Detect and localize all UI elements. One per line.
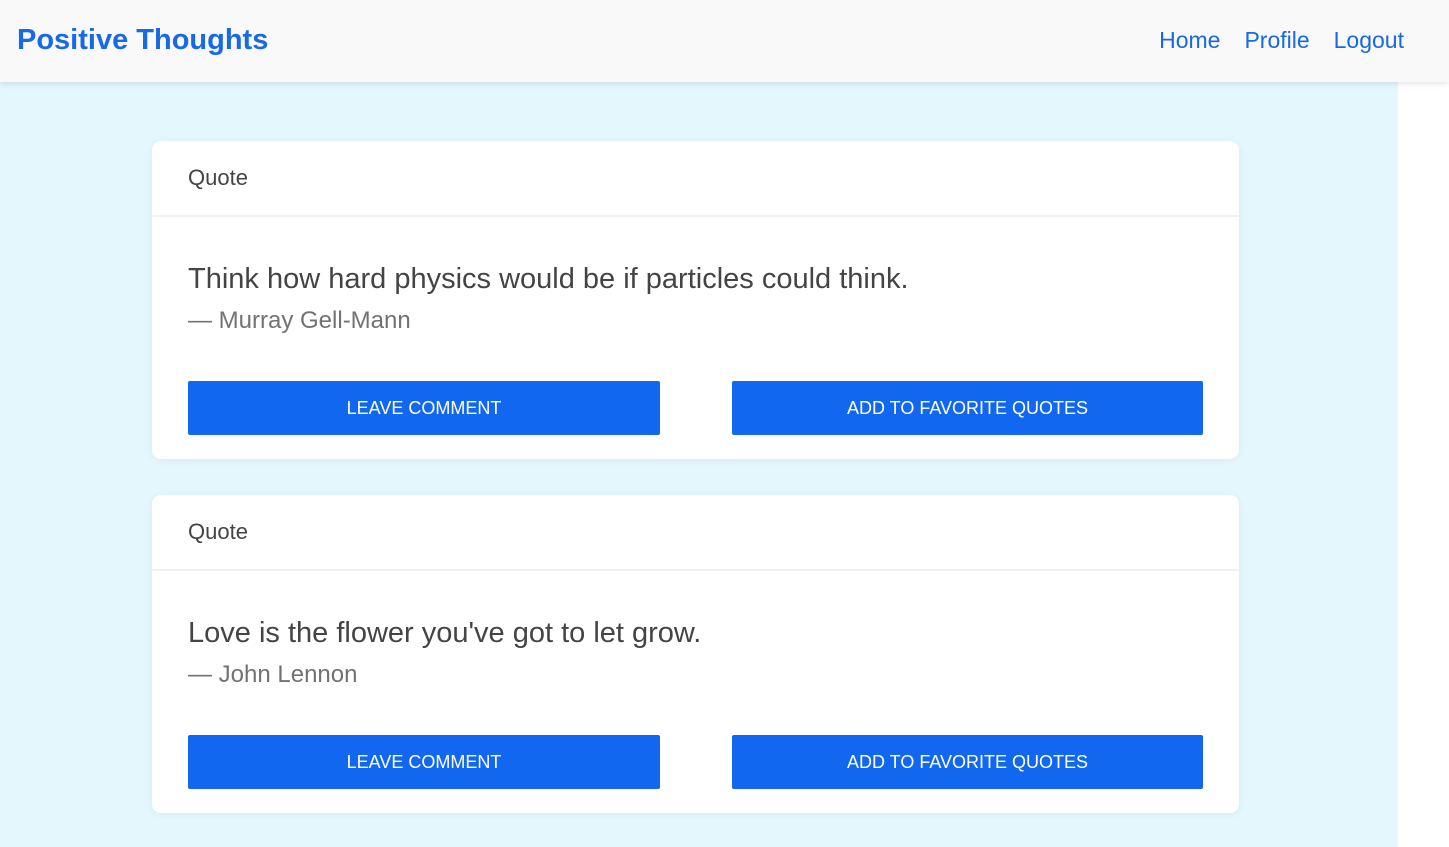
quote-card: Quote Love is the flower you've got to l… bbox=[152, 495, 1239, 813]
quote-card-body: Think how hard physics would be if parti… bbox=[152, 261, 1239, 335]
quote-actions: LEAVE COMMENT ADD TO FAVORITE QUOTES bbox=[188, 381, 1203, 435]
scroll-gutter bbox=[1398, 82, 1449, 847]
nav-link-logout[interactable]: Logout bbox=[1334, 25, 1404, 55]
nav-link-home[interactable]: Home bbox=[1159, 25, 1220, 55]
page: Positive Thoughts Home Profile Logout Qu… bbox=[0, 0, 1449, 847]
leave-comment-button[interactable]: LEAVE COMMENT bbox=[188, 381, 660, 435]
quote-text: Think how hard physics would be if parti… bbox=[188, 263, 909, 295]
leave-comment-button[interactable]: LEAVE COMMENT bbox=[188, 735, 660, 789]
nav-link-profile[interactable]: Profile bbox=[1244, 25, 1309, 55]
nav-links: Home Profile Logout bbox=[1159, 25, 1404, 55]
quote-feed[interactable]: Quote Think how hard physics would be if… bbox=[0, 82, 1398, 847]
quote-author: — Murray Gell-Mann bbox=[188, 307, 411, 334]
add-to-favorites-button[interactable]: ADD TO FAVORITE QUOTES bbox=[732, 735, 1203, 789]
quote-card-header: Quote bbox=[152, 141, 1239, 217]
quote-author: — John Lennon bbox=[188, 661, 358, 688]
navbar: Positive Thoughts Home Profile Logout bbox=[0, 0, 1449, 82]
brand-link[interactable]: Positive Thoughts bbox=[17, 22, 268, 58]
add-to-favorites-button[interactable]: ADD TO FAVORITE QUOTES bbox=[732, 381, 1203, 435]
quote-text: Love is the flower you've got to let gro… bbox=[188, 617, 702, 649]
quote-actions: LEAVE COMMENT ADD TO FAVORITE QUOTES bbox=[188, 735, 1203, 789]
quote-card-header: Quote bbox=[152, 495, 1239, 571]
quote-card: Quote Think how hard physics would be if… bbox=[152, 141, 1239, 459]
quote-card-body: Love is the flower you've got to let gro… bbox=[152, 615, 1239, 689]
